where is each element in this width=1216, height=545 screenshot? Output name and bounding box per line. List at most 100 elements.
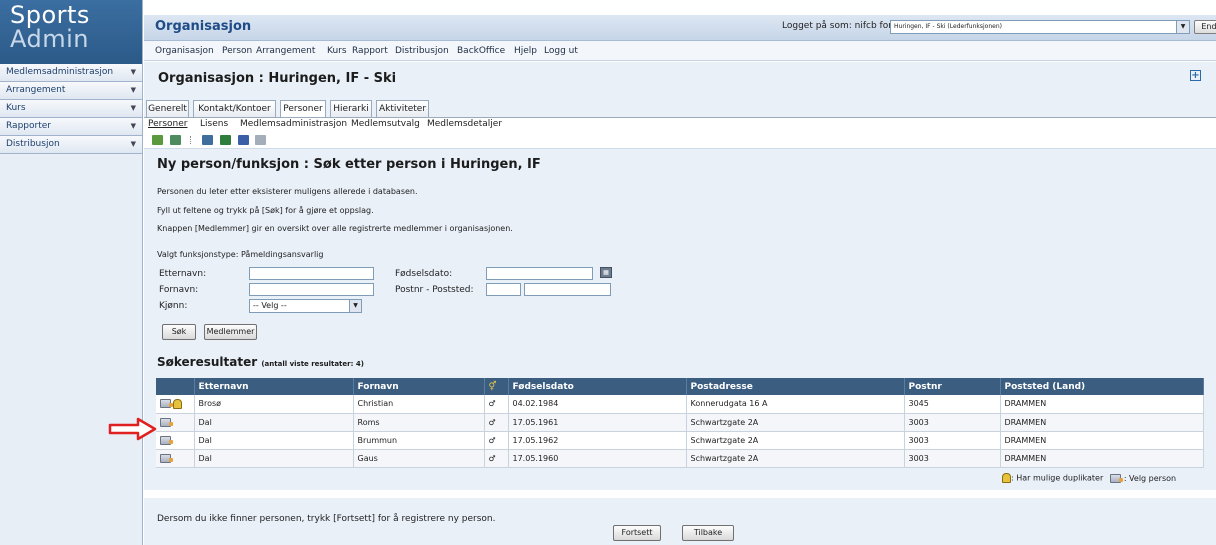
logo-line-2: Admin <box>10 25 89 53</box>
postnr-input[interactable] <box>486 283 521 296</box>
copy-icon[interactable] <box>255 135 266 145</box>
kjonn-select-value: -- Velg -- <box>253 301 287 310</box>
cell-postnr: 3045 <box>904 395 1001 414</box>
import-icon[interactable] <box>170 135 181 145</box>
duplicate-icon[interactable] <box>173 398 182 409</box>
tab-generelt[interactable]: Generelt <box>146 100 189 118</box>
kjonn-select[interactable]: -- Velg -- ▼ <box>249 299 362 313</box>
menu-hjelp[interactable]: Hjelp <box>514 46 537 56</box>
footer-text: Dersom du ikke finner personen, trykk [F… <box>157 514 496 524</box>
subtab-medlemsdetaljer[interactable]: Medlemsdetaljer <box>427 119 502 129</box>
excel-icon[interactable] <box>220 135 231 145</box>
chevron-down-icon: ▼ <box>130 68 136 76</box>
cell-kjonn: ♂ <box>484 431 509 450</box>
chevron-down-icon: ▼ <box>130 104 136 112</box>
row-actions <box>156 413 195 432</box>
kjonn-label: Kjønn: <box>159 301 188 311</box>
row-actions <box>156 449 195 468</box>
main-content: Organisasjon : Huringen, IF - Ski + Gene… <box>144 62 1216 545</box>
sports-admin-logo[interactable]: Sports Admin <box>0 0 142 64</box>
select-person-icon[interactable] <box>160 417 173 427</box>
info-text-3: Knappen [Medlemmer] gir en oversikt over… <box>157 224 513 233</box>
menu-rapport[interactable]: Rapport <box>352 46 388 56</box>
sidebar-item-label: Medlemsadministrasjon <box>6 67 114 77</box>
poststed-input[interactable] <box>524 283 611 296</box>
print-icon[interactable] <box>202 135 213 145</box>
table-row: Dal Roms ♂ 17.05.1961 Schwartzgate 2A 30… <box>156 413 1204 432</box>
fodselsdato-input[interactable] <box>486 267 593 280</box>
fornavn-input[interactable] <box>249 283 374 296</box>
word-icon[interactable] <box>238 135 249 145</box>
cell-fodselsdato: 17.05.1960 <box>508 449 687 468</box>
col-kjonn[interactable]: ⚥ <box>484 378 509 395</box>
sidebar-item-kurs[interactable]: Kurs ▼ <box>0 100 142 118</box>
postnr-label: Postnr - Poststed: <box>395 285 474 295</box>
cell-postnr: 3003 <box>904 413 1001 432</box>
tilbake-button[interactable]: Tilbake <box>682 525 734 541</box>
table-row: Brosø Christian ♂ 04.02.1984 Konnerudgat… <box>156 395 1204 414</box>
gender-icon: ⚥ <box>488 381 497 392</box>
cell-fornavn: Gaus <box>353 449 485 468</box>
cell-adresse: Schwartzgate 2A <box>686 449 905 468</box>
cell-postnr: 3003 <box>904 449 1001 468</box>
menu-organisasjon[interactable]: Organisasjon <box>155 46 214 56</box>
col-fodselsdato[interactable]: Fødselsdato <box>508 378 687 395</box>
chevron-down-icon[interactable]: ▼ <box>1176 21 1189 33</box>
role-select[interactable]: Huringen, IF - Ski (Lederfunksjonen) ▼ <box>890 20 1190 34</box>
duplicate-icon <box>1002 473 1011 483</box>
add-icon[interactable] <box>152 135 163 145</box>
select-person-icon[interactable] <box>160 435 173 445</box>
etternavn-input[interactable] <box>249 267 374 280</box>
menu-distribusjon[interactable]: Distribusjon <box>395 46 449 56</box>
menu-kurs[interactable]: Kurs <box>327 46 347 56</box>
sok-button[interactable]: Søk <box>162 324 196 340</box>
cell-postnr: 3003 <box>904 431 1001 450</box>
col-postnr[interactable]: Postnr <box>904 378 1001 395</box>
col-etternavn[interactable]: Etternavn <box>194 378 354 395</box>
menu-logg-ut[interactable]: Logg ut <box>544 46 578 56</box>
row-actions <box>156 431 195 450</box>
subtab-lisens[interactable]: Lisens <box>200 119 228 129</box>
menu-person[interactable]: Person <box>222 46 252 56</box>
subtab-medlemsadministrasjon[interactable]: Medlemsadministrasjon <box>240 119 347 129</box>
endre-button[interactable]: Endre <box>1194 20 1216 34</box>
tab-hierarki[interactable]: Hierarki <box>330 100 372 118</box>
menu-backoffice[interactable]: BackOffice <box>457 46 505 56</box>
cell-fornavn: Roms <box>353 413 485 432</box>
sidebar: Sports Admin Medlemsadministrasjon ▼ Arra… <box>0 0 143 545</box>
cell-kjonn: ♂ <box>484 395 509 414</box>
results-title: Søkeresultater (antall viste resultater:… <box>157 355 364 369</box>
col-postadresse[interactable]: Postadresse <box>686 378 905 395</box>
chevron-down-icon[interactable]: ▼ <box>349 300 361 312</box>
sidebar-item-label: Distribusjon <box>6 139 60 149</box>
cell-etternavn: Dal <box>194 449 354 468</box>
select-person-icon[interactable] <box>160 399 173 409</box>
fortsett-button[interactable]: Fortsett <box>613 525 661 541</box>
subtab-personer[interactable]: Personer <box>148 119 187 129</box>
col-fornavn[interactable]: Fornavn <box>353 378 485 395</box>
expand-icon[interactable]: + <box>1190 70 1201 81</box>
section-title: Organisasjon <box>155 19 252 34</box>
select-person-icon[interactable] <box>160 453 173 463</box>
calendar-icon[interactable]: ▦ <box>600 267 612 278</box>
cell-fornavn: Brummun <box>353 431 485 450</box>
sidebar-item-medlemsadministrasjon[interactable]: Medlemsadministrasjon ▼ <box>0 64 142 82</box>
toolbar-separator <box>190 136 191 144</box>
sidebar-item-arrangement[interactable]: Arrangement ▼ <box>0 82 142 100</box>
role-select-value: Huringen, IF - Ski (Lederfunksjonen) <box>894 23 1002 30</box>
tab-kontakt-kontoer[interactable]: Kontakt/Kontoer <box>193 100 276 118</box>
fornavn-label: Fornavn: <box>159 285 199 295</box>
tab-aktiviteter[interactable]: Aktiviteter <box>376 100 429 118</box>
menu-arrangement[interactable]: Arrangement <box>256 46 315 56</box>
fodselsdato-label: Fødselsdato: <box>395 269 453 279</box>
sidebar-item-distribusjon[interactable]: Distribusjon ▼ <box>0 136 142 154</box>
medlemmer-button[interactable]: Medlemmer <box>204 324 257 340</box>
sub-tabs: Personer Lisens Medlemsadministrasjon Me… <box>144 118 1216 132</box>
toolbar <box>144 132 1216 149</box>
cell-etternavn: Brosø <box>194 395 354 414</box>
col-poststed[interactable]: Poststed (Land) <box>1000 378 1204 395</box>
subtab-medlemsutvalg[interactable]: Medlemsutvalg <box>351 119 420 129</box>
sidebar-item-rapporter[interactable]: Rapporter ▼ <box>0 118 142 136</box>
cell-fodselsdato: 04.02.1984 <box>508 395 687 414</box>
sidebar-item-label: Arrangement <box>6 85 66 95</box>
